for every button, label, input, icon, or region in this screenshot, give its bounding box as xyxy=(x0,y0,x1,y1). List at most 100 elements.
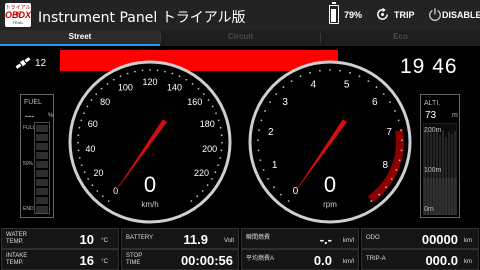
tachometer-tick-label: 3 xyxy=(282,97,288,108)
speedometer-tick-label: 80 xyxy=(100,97,110,107)
speedometer-tick-label: 160 xyxy=(187,97,202,107)
avg-fuel-label: 平均燃費A xyxy=(246,256,275,262)
water-temp-cell: WATER TEMP. 10 °C xyxy=(1,228,119,249)
tachometer-tick xyxy=(262,168,265,171)
speedometer-tick xyxy=(95,93,98,96)
trip-a-unit: km xyxy=(464,259,472,265)
tachometer-tick xyxy=(394,110,396,112)
tachometer-tick xyxy=(401,139,403,142)
speedometer-tick xyxy=(86,105,89,108)
battery-cell: BATTERY 11.9 Volt xyxy=(121,228,239,249)
speedometer-tick xyxy=(126,72,129,75)
tachometer-tick xyxy=(260,119,263,122)
altitude-label-100: 100m xyxy=(424,167,442,174)
tachometer-tick xyxy=(299,75,302,78)
odo-value: 00000 xyxy=(421,232,458,247)
altitude-title: ALTI. xyxy=(424,100,441,107)
tachometer-tick xyxy=(257,149,260,152)
intake-temp-unit: °C xyxy=(101,259,108,265)
speedometer-tick xyxy=(191,83,194,85)
tachometer-tick xyxy=(257,139,259,142)
instant-fuel-unit: km/l xyxy=(343,238,354,244)
speedometer-tick xyxy=(96,190,99,192)
tachometer-tick xyxy=(375,86,378,88)
tachometer-tick xyxy=(309,71,311,74)
tachometer-tick xyxy=(258,129,260,132)
instant-fuel-cell: 瞬間燃費 -.- km/l xyxy=(241,228,359,249)
speedometer-tick-label: 180 xyxy=(200,119,215,129)
speedometer-tick xyxy=(220,149,223,152)
battery-value: 11.9 xyxy=(183,232,208,247)
speedometer-tick xyxy=(201,190,204,192)
speedometer-tick xyxy=(207,99,210,101)
tachometer-tick xyxy=(385,186,387,189)
speedometer-tick xyxy=(171,72,174,75)
speedometer-tick xyxy=(210,178,213,180)
speedometer-tick xyxy=(196,195,199,198)
altitude-value: 73 xyxy=(425,110,437,121)
altitude-gauge: ALTI. 73 m 200m 100m 0m xyxy=(420,94,460,218)
tachometer-tick xyxy=(397,119,400,122)
speedometer-tick xyxy=(217,164,220,167)
speedometer-tick xyxy=(214,171,217,174)
altitude-unit: m xyxy=(452,112,458,119)
tachometer-tick-label: 4 xyxy=(311,79,317,90)
speedometer-tick xyxy=(134,70,136,73)
trip-a-cell: TRIP-A 000.0 km xyxy=(361,249,479,270)
water-temp-value: 10 xyxy=(79,232,94,247)
speedometer-tick xyxy=(119,75,122,78)
tachometer-tick xyxy=(259,159,262,162)
speedometer-tick xyxy=(156,69,159,72)
intake-temp-cell: INTAKE TEMP. 16 °C xyxy=(1,249,119,270)
battery-unit: Volt xyxy=(223,238,234,244)
speedometer-tick xyxy=(221,141,223,144)
tachometer-tick-label: 6 xyxy=(372,97,378,108)
tachometer-tick-label: 2 xyxy=(268,127,274,138)
speedometer-tick-label: 60 xyxy=(88,119,98,129)
water-temp-label: WATER TEMP. xyxy=(6,232,27,245)
speedometer-tick xyxy=(202,93,205,96)
intake-temp-label: INTAKE TEMP. xyxy=(6,253,28,266)
speedometer-tick-label: 200 xyxy=(202,144,217,154)
tachometer-tick xyxy=(400,129,402,132)
speedometer-tick xyxy=(83,171,86,174)
speedometer-tick xyxy=(106,83,109,85)
tachometer-tick-label: 7 xyxy=(386,127,392,138)
tachometer-tick xyxy=(290,80,293,82)
tachometer-tick xyxy=(273,186,275,189)
trip-a-label: TRIP-A xyxy=(366,256,386,262)
speedometer-unit: km/h xyxy=(141,200,158,209)
speedometer-tick-label: 100 xyxy=(118,82,133,92)
speedometer-tick xyxy=(206,184,209,187)
tachometer-tick xyxy=(275,93,278,96)
stop-time-value: 00:00:56 xyxy=(180,253,233,268)
speedometer-tick xyxy=(220,134,223,137)
altitude-label-0: 0m xyxy=(424,206,434,213)
tachometer-tick xyxy=(400,149,403,152)
tachometer-tick xyxy=(269,101,271,104)
speedometer-tick xyxy=(164,70,166,73)
tachometer-tick xyxy=(282,86,285,88)
speedometer-tick xyxy=(141,69,144,72)
speedometer-tick xyxy=(211,105,214,108)
tachometer-tick xyxy=(267,178,270,180)
tachometer-tick-label: 1 xyxy=(272,160,278,171)
tachometer-tick xyxy=(358,75,361,78)
tachometer-value: 0 xyxy=(324,172,336,197)
speedometer-tick xyxy=(77,141,79,144)
speedometer-tick xyxy=(80,164,83,167)
tachometer-tick xyxy=(390,178,393,180)
speedometer-tick xyxy=(87,178,90,180)
tachometer-tick xyxy=(367,80,370,82)
speedometer-tick xyxy=(219,156,222,159)
tachometer-tick xyxy=(389,101,391,104)
tachometer-tick xyxy=(370,200,373,202)
speedometer-tick xyxy=(91,184,94,187)
speedometer-tick xyxy=(185,78,188,81)
speedometer-tick xyxy=(77,149,80,152)
tachometer-tick xyxy=(287,200,290,202)
instant-fuel-label: 瞬間燃費 xyxy=(246,235,271,241)
tachometer-tick xyxy=(264,110,266,112)
avg-fuel-unit: km/l xyxy=(343,259,354,265)
avg-fuel-value: 0.0 xyxy=(313,253,332,268)
